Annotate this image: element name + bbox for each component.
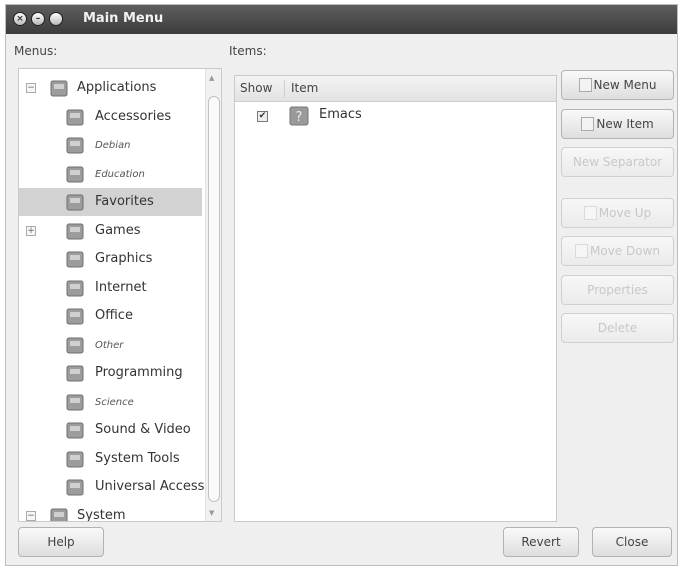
new-item-button[interactable]: New Item	[561, 109, 674, 139]
new-separator-button[interactable]: New Separator	[561, 147, 674, 177]
tree-item-debian[interactable]: Debian	[19, 131, 202, 159]
menus-scrollbar[interactable]: ▲ ▼	[205, 69, 221, 521]
programming-icon	[65, 363, 85, 383]
education-icon	[65, 164, 85, 184]
delete-label: Delete	[597, 321, 638, 335]
show-checkbox[interactable]: ✔	[257, 111, 268, 122]
column-item[interactable]: Item	[291, 81, 318, 95]
tree-item-universal-access[interactable]: Universal Access	[19, 473, 205, 501]
titlebar: × – Main Menu	[6, 5, 677, 34]
close-window-icon[interactable]: ×	[13, 12, 27, 26]
column-show[interactable]: Show	[240, 81, 272, 95]
main-menu-window: × – Main Menu Menus: Items: − Application…	[5, 4, 678, 566]
tree-item-science[interactable]: Science	[19, 388, 202, 416]
tree-item-games[interactable]: + Games	[19, 217, 202, 245]
items-list[interactable]: Show Item ✔ ? Emacs	[234, 75, 557, 522]
games-icon	[65, 221, 85, 241]
tree-item-graphics[interactable]: Graphics	[19, 245, 202, 273]
tree-item-label: System Tools	[95, 450, 180, 466]
tree-item-label: Games	[95, 222, 141, 238]
collapse-icon[interactable]: −	[26, 83, 36, 93]
tree-item-label: Graphics	[95, 251, 153, 266]
tree-item-education[interactable]: Education	[19, 160, 202, 188]
maximize-window-icon[interactable]	[49, 12, 63, 26]
other-icon	[65, 335, 85, 355]
column-divider	[284, 80, 285, 98]
emacs-icon: ?	[289, 106, 309, 126]
scroll-thumb[interactable]	[208, 96, 220, 502]
menus-tree[interactable]: − Applications Accessories Debian Education F…	[18, 68, 222, 522]
help-button[interactable]: Help	[18, 527, 104, 557]
close-button[interactable]: Close	[592, 527, 672, 557]
tree-item-other[interactable]: Other	[19, 331, 202, 359]
new-separator-label: New Separator	[572, 155, 663, 169]
revert-button[interactable]: Revert	[503, 527, 579, 557]
window-title: Main Menu	[83, 11, 164, 26]
move-down-button[interactable]: Move Down	[561, 236, 674, 266]
tree-item-label: Other	[95, 339, 124, 351]
scroll-up-arrow-icon[interactable]: ▲	[209, 74, 214, 82]
tree-item-accessories[interactable]: Accessories	[19, 103, 202, 131]
new-menu-button[interactable]: New Menu	[561, 70, 674, 100]
tree-item-label: Internet	[95, 279, 147, 295]
debian-icon	[65, 135, 85, 155]
tree-item-system-tools[interactable]: System Tools	[19, 445, 202, 473]
system-icon	[49, 506, 69, 521]
help-label: Help	[47, 535, 75, 549]
tree-item-system[interactable]: − System	[19, 502, 202, 522]
system-tools-icon	[65, 449, 85, 469]
tree-item-label: Science	[95, 396, 134, 408]
universal-access-icon	[65, 477, 85, 497]
tree-item-label: System	[77, 507, 126, 522]
properties-label: Properties	[587, 283, 648, 297]
tree-item-label: Accessories	[95, 108, 172, 124]
properties-button[interactable]: Properties	[561, 275, 674, 305]
tree-item-label: Education	[95, 168, 145, 180]
tree-item-label: Debian	[95, 140, 131, 151]
arrow-down-icon	[575, 243, 588, 258]
tree-item-sound-video[interactable]: Sound & Video	[19, 416, 202, 444]
move-down-label: Move Down	[590, 244, 660, 258]
tree-item-programming[interactable]: Programming	[19, 359, 202, 387]
arrow-up-icon	[583, 205, 597, 220]
expand-icon[interactable]: +	[26, 225, 36, 236]
tree-item-label: Universal Access	[95, 479, 205, 494]
move-up-button[interactable]: Move Up	[561, 198, 674, 228]
move-up-label: Move Up	[598, 206, 652, 220]
tree-item-favorites[interactable]: Favorites	[19, 188, 202, 216]
tree-item-label: Office	[95, 308, 133, 323]
favorites-icon	[65, 192, 85, 212]
science-icon	[65, 392, 85, 412]
new-menu-icon	[578, 77, 592, 92]
office-icon	[65, 306, 85, 326]
collapse-icon[interactable]: −	[26, 510, 36, 521]
revert-label: Revert	[521, 535, 561, 549]
svg-text:?: ?	[296, 110, 303, 125]
delete-button[interactable]: Delete	[561, 313, 674, 343]
new-menu-label: New Menu	[593, 78, 657, 92]
new-item-icon	[581, 116, 595, 131]
scroll-down-arrow-icon[interactable]: ▼	[209, 509, 214, 517]
items-label: Items:	[229, 44, 267, 58]
new-item-label: New Item	[596, 117, 654, 131]
tree-item-internet[interactable]: Internet	[19, 274, 202, 302]
tree-item-label: Favorites	[95, 194, 154, 209]
accessories-icon	[65, 107, 85, 127]
tree-item-applications[interactable]: − Applications	[19, 74, 202, 102]
tree-item-label: Sound & Video	[95, 422, 191, 437]
graphics-icon	[65, 249, 85, 269]
menus-label: Menus:	[14, 44, 58, 58]
internet-icon	[65, 278, 85, 298]
item-name[interactable]: Emacs	[319, 107, 362, 122]
tree-item-office[interactable]: Office	[19, 302, 202, 330]
tree-item-label: Programming	[95, 365, 183, 380]
applications-icon	[49, 78, 69, 98]
sound-video-icon	[65, 420, 85, 440]
minimize-window-icon[interactable]: –	[31, 12, 45, 26]
close-label: Close	[615, 535, 649, 549]
tree-item-label: Applications	[77, 80, 157, 95]
items-header: Show Item	[235, 76, 556, 102]
